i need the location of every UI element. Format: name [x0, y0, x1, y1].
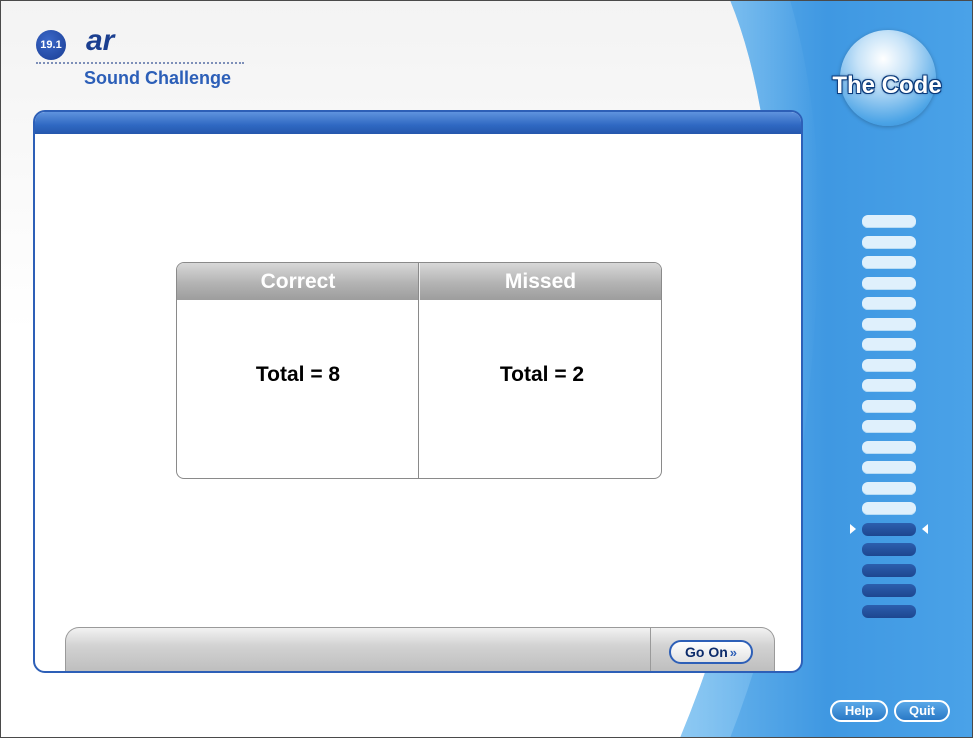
bottom-toolbar: Go On»	[65, 627, 775, 671]
progress-meter	[845, 215, 935, 625]
correct-total: Total = 8	[255, 363, 341, 386]
progress-segment-completed	[862, 215, 916, 228]
double-chevron-right-icon: »	[729, 645, 737, 660]
progress-segment-completed	[862, 461, 916, 474]
main-panel: Correct Missed Total = 8 Total = 2 Go On…	[33, 110, 803, 673]
missed-column-header: Missed	[419, 263, 661, 300]
lesson-number-badge: 19.1	[36, 30, 66, 60]
progress-segment-current	[862, 522, 916, 536]
progress-segment-completed	[862, 502, 916, 515]
progress-segment-completed	[862, 338, 916, 351]
go-on-button[interactable]: Go On»	[669, 640, 753, 664]
missed-total: Total = 2	[499, 363, 585, 386]
progress-segment-completed	[862, 481, 916, 495]
correct-column-header: Correct	[177, 263, 419, 300]
progress-segment-completed	[862, 440, 916, 454]
progress-segment-completed	[862, 297, 916, 310]
progress-segment-completed	[862, 317, 916, 331]
progress-segment-completed	[862, 379, 916, 392]
activity-title: Sound Challenge	[84, 68, 232, 88]
progress-segment-completed	[862, 399, 916, 413]
progress-segment-completed	[862, 420, 916, 433]
panel-header-bar	[35, 112, 801, 134]
current-marker-left-icon	[850, 524, 856, 534]
app-screen: 19.1 ar Sound Challenge The Code Correct…	[0, 0, 973, 738]
title-divider	[36, 62, 244, 65]
brand-title: The Code	[832, 72, 942, 99]
quit-button[interactable]: Quit	[894, 700, 950, 722]
lesson-title: ar	[86, 24, 115, 57]
results-table: Correct Missed Total = 8 Total = 2	[176, 262, 662, 479]
progress-segment-remaining	[862, 563, 916, 577]
progress-segment-completed	[862, 235, 916, 249]
progress-segment-remaining	[862, 604, 916, 618]
help-button[interactable]: Help	[830, 700, 888, 722]
progress-segment-completed	[862, 358, 916, 372]
current-marker-right-icon	[922, 524, 928, 534]
progress-segment-remaining	[862, 543, 916, 556]
progress-segment-completed	[862, 256, 916, 269]
toolbar-divider	[650, 628, 651, 671]
progress-segment-completed	[862, 276, 916, 290]
progress-segment-remaining	[862, 584, 916, 597]
go-on-label: Go On	[684, 644, 728, 660]
